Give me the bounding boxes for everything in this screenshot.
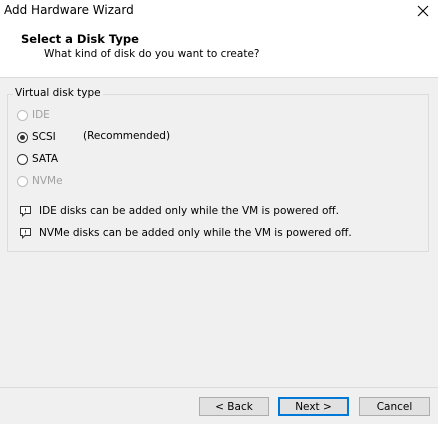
close-button[interactable] — [408, 0, 438, 22]
info-message-ide: IDE disks can be added only while the VM… — [18, 204, 339, 218]
comment-info-icon — [18, 204, 32, 218]
info-message-text: NVMe disks can be added only while the V… — [39, 227, 352, 239]
comment-info-icon — [18, 226, 32, 240]
radio-ide[interactable]: IDE — [17, 108, 50, 122]
radio-scsi-circle[interactable] — [17, 131, 28, 143]
info-message-nvme: NVMe disks can be added only while the V… — [18, 226, 352, 240]
radio-nvme[interactable]: NVMe — [17, 174, 63, 188]
info-message-text: IDE disks can be added only while the VM… — [39, 205, 339, 217]
page-subtitle: What kind of disk do you want to create? — [44, 48, 260, 60]
radio-sata-label: SATA — [32, 153, 59, 165]
radio-ide-circle[interactable] — [17, 109, 28, 121]
radio-sata[interactable]: SATA — [17, 152, 58, 166]
title-bar: Add Hardware Wizard — [0, 0, 438, 22]
wizard-header: Select a Disk Type What kind of disk do … — [0, 22, 438, 78]
disk-type-group-label: Virtual disk type — [13, 87, 103, 99]
radio-nvme-label: NVMe — [32, 175, 63, 187]
back-button[interactable]: < Back — [199, 397, 269, 416]
radio-ide-label: IDE — [32, 109, 50, 121]
page-title: Select a Disk Type — [21, 32, 139, 46]
radio-sata-circle[interactable] — [17, 153, 28, 165]
close-icon — [417, 5, 429, 17]
radio-nvme-circle[interactable] — [17, 175, 28, 187]
window-title: Add Hardware Wizard — [4, 3, 134, 17]
footer-divider — [0, 387, 438, 388]
recommended-note: (Recommended) — [83, 130, 171, 142]
cancel-button[interactable]: Cancel — [359, 397, 430, 416]
next-button[interactable]: Next > — [278, 397, 349, 416]
radio-scsi[interactable]: SCSI — [17, 130, 56, 144]
radio-scsi-label: SCSI — [32, 131, 56, 143]
